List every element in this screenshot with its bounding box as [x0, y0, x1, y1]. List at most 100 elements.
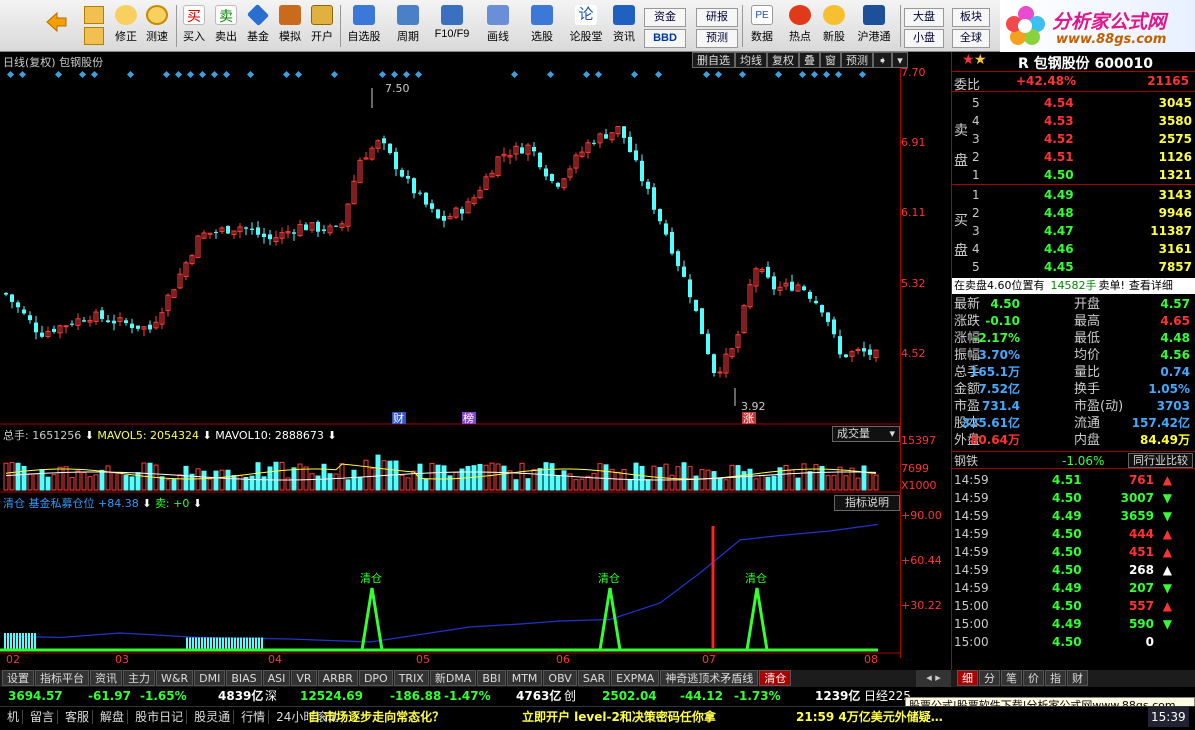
new-stock-button[interactable]: 新股 — [818, 3, 850, 49]
indicator-tab[interactable]: 主力 — [123, 670, 155, 686]
indicator-tab[interactable]: 资讯 — [90, 670, 122, 686]
remove-watchlist-tab[interactable]: 删自选 — [692, 52, 735, 68]
sector-button[interactable]: 板块 — [952, 8, 990, 27]
ticker-news[interactable]: 21:59 4万亿美元外储疑… — [796, 707, 943, 727]
quote-tab[interactable]: 指 — [1045, 670, 1066, 686]
watchlist-button[interactable]: 自选股 — [344, 3, 384, 49]
ticker-news[interactable]: 立即开户 level-2和决策密码任你拿 — [522, 707, 716, 727]
candle-body — [664, 223, 668, 235]
research-button[interactable]: 研报 — [696, 8, 738, 27]
stat-label: 市盈 — [954, 399, 981, 414]
overlay-tab[interactable]: 叠 — [799, 52, 820, 68]
indicator-tab[interactable]: 指标平台 — [35, 670, 89, 686]
window-tab[interactable]: 窗 — [820, 52, 841, 68]
quote-tab[interactable]: 笔 — [1001, 670, 1022, 686]
scroll-arrows[interactable] — [84, 6, 104, 46]
indicator-tab[interactable]: 神奇逃顶术矛盾线 — [660, 670, 759, 686]
volume-bar — [789, 469, 795, 491]
up-arrow-icon[interactable] — [84, 6, 104, 24]
indicator-explain-button[interactable]: 指标说明 — [834, 495, 900, 511]
notice-link[interactable]: 查看详细 — [1129, 279, 1173, 292]
indicator-tab[interactable]: TRIX — [393, 670, 429, 686]
quote-tab[interactable]: 分 — [979, 670, 1000, 686]
simulate-button[interactable]: 模拟 — [276, 3, 304, 49]
industry-compare-button[interactable]: 同行业比较 — [1128, 453, 1193, 468]
stock-select-button[interactable]: 选股 — [522, 3, 562, 49]
period-button[interactable]: 周期 — [388, 3, 428, 49]
indicator-tab[interactable]: OBV — [543, 670, 577, 686]
global-button[interactable]: 全球 — [952, 29, 990, 48]
cy-amount: 1239亿 — [815, 689, 861, 703]
nk-label: 日经225 — [864, 689, 911, 703]
ticker-link[interactable]: 股市日记 — [132, 710, 188, 724]
data-button[interactable]: PE 数据 — [746, 3, 778, 49]
sell-order-notice[interactable]: 在卖盘4.60位置有 14582手 卖单! 查看详细 — [952, 278, 1195, 294]
indicator-tab[interactable]: ARBR — [317, 670, 358, 686]
ticker-link[interactable]: 行情 — [238, 710, 270, 724]
hk-connect-button[interactable]: 沪港通 — [854, 3, 894, 49]
back-button[interactable] — [42, 3, 70, 49]
bbd-button[interactable]: BBD — [644, 29, 686, 48]
ticker-link[interactable]: 客服 — [62, 710, 94, 724]
stat-row: 涨跌 -0.10 最高 4.65 — [952, 313, 1192, 330]
indicator-tab[interactable]: VR — [291, 670, 317, 686]
indicator-tab[interactable]: BIAS — [226, 670, 262, 686]
indicator-tab[interactable]: MTM — [506, 670, 543, 686]
down-arrow-icon[interactable] — [84, 27, 104, 45]
indicator-tab[interactable]: 设置 — [2, 670, 34, 686]
volume-bar — [363, 459, 369, 491]
candle-body — [316, 221, 320, 232]
candle-body — [790, 281, 794, 291]
event-diamond-icon — [630, 70, 639, 79]
forum-button[interactable]: 论论股堂 — [566, 3, 606, 49]
forecast-tab[interactable]: 预测 — [841, 52, 873, 68]
kline-svg[interactable]: 7.503.92财榜涨清仓 清仓 清仓 — [0, 68, 900, 658]
volume-bar — [333, 473, 339, 491]
arrow-right-icon[interactable]: ➧ — [873, 52, 893, 68]
hot-button[interactable]: 热点 — [784, 3, 816, 49]
draw-line-button[interactable]: 画线 — [478, 3, 518, 49]
volume-bar — [759, 475, 765, 491]
ma-tab[interactable]: 均线 — [735, 52, 767, 68]
pe-icon: PE — [751, 5, 773, 25]
quote-tab[interactable]: 财 — [1067, 670, 1088, 686]
adjust-button[interactable]: 修正 — [112, 3, 140, 49]
indicator-tab[interactable]: EXPMA — [611, 670, 660, 686]
quote-tab[interactable]: 细 — [957, 670, 978, 686]
indicator-tab[interactable]: 清仓 — [759, 670, 792, 686]
adjust-tab[interactable]: 复权 — [767, 52, 799, 68]
small-cap-button[interactable]: 小盘 — [904, 29, 944, 48]
market-button[interactable]: 大盘 — [904, 8, 944, 27]
event-diamond-icon — [822, 70, 831, 79]
capital-button[interactable]: 资金 — [644, 8, 686, 27]
volume-indicator-select[interactable]: 成交量 ▾ — [832, 426, 900, 442]
speed-test-button[interactable]: 测速 — [143, 3, 171, 49]
indicator-tab[interactable]: DPO — [358, 670, 393, 686]
indicator-tab[interactable]: W&R — [156, 670, 194, 686]
indicator-tab[interactable]: SAR — [577, 670, 611, 686]
indicator-tab[interactable]: BBI — [477, 670, 506, 686]
f10-button[interactable]: F10/F9 — [430, 3, 474, 49]
sell-button[interactable]: 卖卖出 — [212, 3, 240, 49]
indicator-tab[interactable]: DMI — [194, 670, 226, 686]
ticker-news[interactable]: 自 市场逐步走向常态化？ — [308, 707, 444, 727]
forecast-button[interactable]: 预测 — [696, 29, 738, 48]
volume-bar — [291, 467, 297, 491]
indicator-tab[interactable]: ASI — [262, 670, 291, 686]
forum-icon: 论 — [575, 5, 597, 25]
stat-value: 84.49万 — [1140, 433, 1190, 447]
fund-button[interactable]: 基金 — [244, 3, 272, 49]
indicator-tab[interactable]: 新DMA — [429, 670, 477, 686]
news-button[interactable]: 资讯 — [608, 3, 640, 49]
stat-label: 最低 — [1074, 331, 1101, 346]
tab-scroll-arrows[interactable]: ◂ ▸ — [916, 670, 951, 687]
tick-row: 14:59 4.49 3659 ▼ — [952, 507, 1192, 525]
ticker-link[interactable]: 机 — [4, 710, 24, 724]
buy-button[interactable]: 买买入 — [180, 3, 208, 49]
open-account-button[interactable]: 开户 — [308, 3, 336, 49]
candle-body — [262, 233, 266, 238]
quote-tab[interactable]: 价 — [1023, 670, 1044, 686]
ticker-link[interactable]: 解盘 — [97, 710, 129, 724]
ticker-link[interactable]: 股灵通 — [191, 710, 235, 724]
ticker-link[interactable]: 留言 — [27, 710, 59, 724]
